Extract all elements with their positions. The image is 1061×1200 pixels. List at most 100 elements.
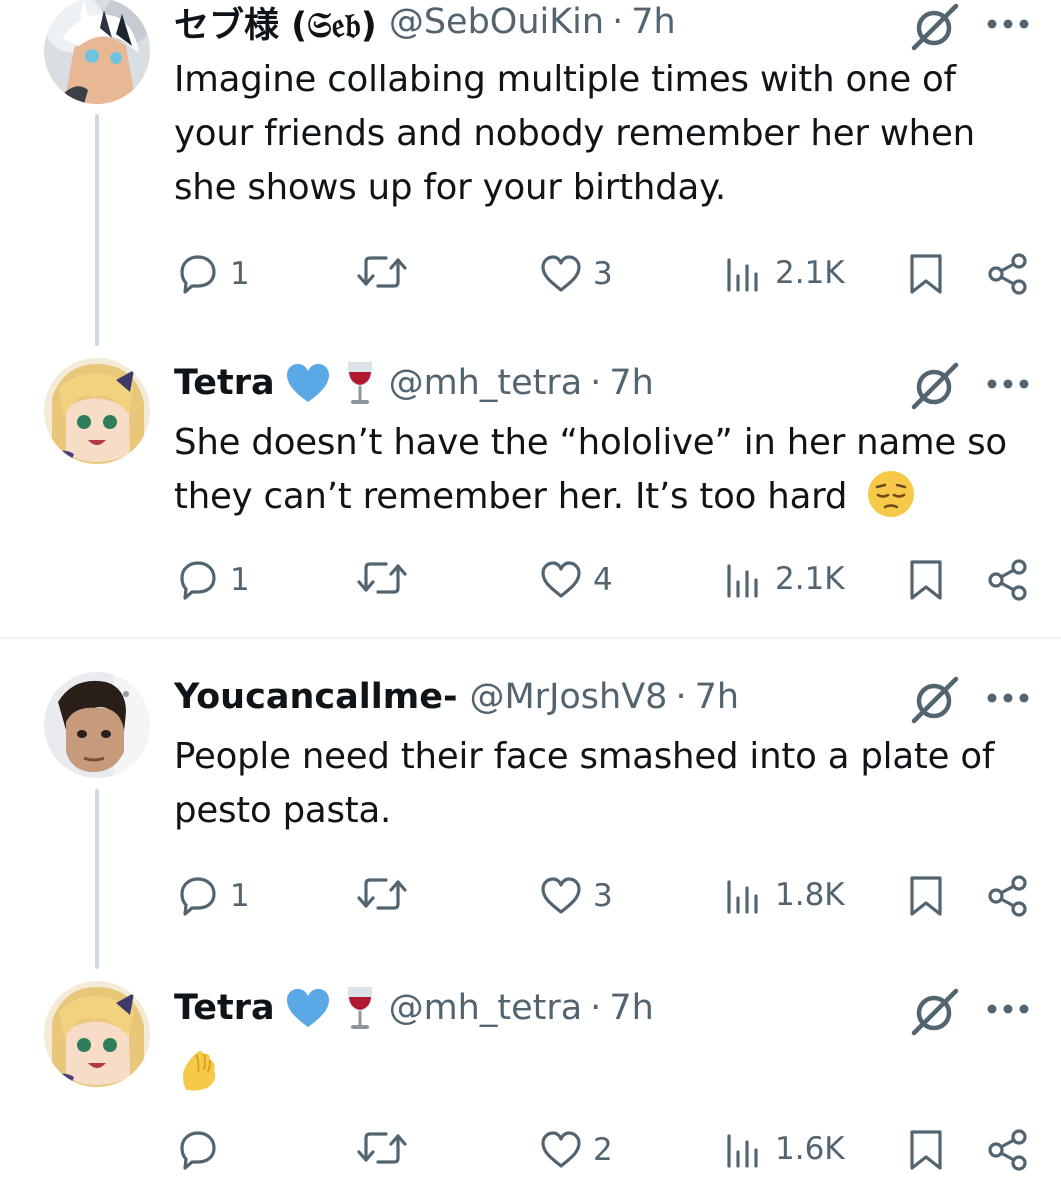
avatar[interactable] <box>44 672 150 778</box>
bookmark-icon <box>910 560 942 600</box>
repost-button[interactable] <box>356 252 418 292</box>
timestamp[interactable]: 7h <box>609 363 653 403</box>
repost-button[interactable] <box>356 1128 418 1168</box>
avatar[interactable] <box>44 358 150 464</box>
author-handle[interactable]: @mh_tetra <box>389 988 583 1028</box>
like-count: 3 <box>593 878 613 914</box>
bookmark-button[interactable] <box>906 252 946 296</box>
share-icon <box>988 559 1027 601</box>
share-button[interactable] <box>986 1128 1030 1172</box>
repost-icon <box>357 256 407 288</box>
wine-glass-icon <box>347 987 372 1029</box>
reply-count: 1 <box>230 256 250 292</box>
bookmark-icon <box>910 876 942 916</box>
author-name[interactable]: Tetra <box>174 988 275 1028</box>
views-icon <box>727 564 758 598</box>
share-icon <box>988 253 1027 295</box>
blue-heart-icon <box>286 364 329 402</box>
share-button[interactable] <box>986 874 1030 918</box>
like-button[interactable]: 2 <box>539 1128 613 1172</box>
like-button[interactable]: 3 <box>539 874 613 918</box>
views-icon <box>727 1134 758 1168</box>
repost-icon <box>357 562 407 594</box>
reply-button[interactable]: 1 <box>176 252 250 296</box>
repost-button[interactable] <box>356 874 418 914</box>
more-icon[interactable] <box>985 17 1031 31</box>
more-icon[interactable] <box>985 691 1031 705</box>
author-name[interactable]: Tetra <box>174 363 275 403</box>
views-button[interactable]: 2.1K <box>723 252 845 294</box>
grok-icon[interactable] <box>910 360 960 410</box>
views-count: 1.8K <box>775 877 845 913</box>
views-button[interactable]: 2.1K <box>723 558 845 600</box>
repost-icon <box>357 1132 407 1164</box>
bookmark-button[interactable] <box>906 558 946 602</box>
action-bar: 1 3 1.8K <box>0 866 1061 922</box>
author-handle[interactable]: @MrJoshV8 <box>469 677 667 717</box>
share-icon <box>988 875 1027 917</box>
like-icon <box>541 1131 581 1168</box>
grok-icon[interactable] <box>910 674 960 724</box>
action-bar: 2 1.6K <box>0 1120 1061 1176</box>
like-icon <box>541 561 581 598</box>
author-handle[interactable]: @mh_tetra <box>389 363 583 403</box>
reply-icon <box>180 561 216 600</box>
views-button[interactable]: 1.8K <box>723 874 845 916</box>
views-icon <box>727 258 758 292</box>
repost-icon <box>357 878 407 910</box>
reply-icon <box>180 1131 216 1170</box>
separator: · <box>612 2 624 42</box>
pinched-fingers-emoji <box>183 1051 216 1091</box>
more-icon[interactable] <box>985 377 1031 391</box>
bookmark-icon <box>910 254 942 294</box>
bookmark-button[interactable] <box>906 874 946 918</box>
tweet-text: She doesn’t have the “hololive” in her n… <box>174 416 1034 524</box>
repost-button[interactable] <box>356 558 418 598</box>
separator: · <box>675 677 687 717</box>
reply-button[interactable]: 1 <box>176 558 250 602</box>
wine-glass-icon <box>347 362 372 404</box>
pensive-face-emoji <box>868 471 915 517</box>
views-button[interactable]: 1.6K <box>723 1128 845 1170</box>
reply-button[interactable]: 1 <box>176 874 250 918</box>
tweet-text: People need their face smashed into a pl… <box>174 736 995 831</box>
action-bar: 1 4 2.1K <box>0 550 1061 606</box>
tweet[interactable]: Youcancallme- @MrJoshV8 · 7h People need… <box>0 671 1061 971</box>
thread-line <box>95 114 99 346</box>
like-count: 3 <box>593 256 613 292</box>
share-button[interactable] <box>986 558 1030 602</box>
share-icon <box>988 1129 1027 1171</box>
like-count: 2 <box>593 1132 613 1168</box>
author-name[interactable]: セブ様 (𝔖𝔢𝔟) <box>174 0 377 48</box>
avatar[interactable] <box>44 981 150 1087</box>
author-handle[interactable]: @SebOuiKin <box>389 2 604 42</box>
author-name[interactable]: Youcancallme- <box>174 677 457 717</box>
share-button[interactable] <box>986 252 1030 296</box>
timestamp[interactable]: 7h <box>609 988 653 1028</box>
bookmark-button[interactable] <box>906 1128 946 1172</box>
timestamp[interactable]: 7h <box>695 677 739 717</box>
avatar[interactable] <box>44 0 150 104</box>
reply-icon <box>180 877 216 916</box>
like-button[interactable]: 3 <box>539 252 613 296</box>
grok-icon[interactable] <box>910 1 960 51</box>
views-count: 2.1K <box>775 561 845 597</box>
more-icon[interactable] <box>985 1002 1031 1016</box>
reply-count: 1 <box>230 878 250 914</box>
grok-icon[interactable] <box>910 986 960 1036</box>
views-icon <box>727 880 758 914</box>
tweet[interactable]: Tetra @mh_tetra · 7h 2 1.6K <box>0 980 1061 1200</box>
timestamp[interactable]: 7h <box>631 2 675 42</box>
tweet[interactable]: Tetra @mh_tetra · 7h She doesn’t have th… <box>0 357 1061 637</box>
action-bar: 1 3 2.1K <box>0 244 1061 300</box>
tweet[interactable]: セブ様 (𝔖𝔢𝔟) @SebOuiKin · 7h Imagine collab… <box>0 0 1061 346</box>
reply-button[interactable] <box>176 1128 230 1172</box>
like-icon <box>541 877 581 914</box>
like-icon <box>541 255 581 292</box>
views-count: 1.6K <box>775 1131 845 1167</box>
reply-icon <box>180 255 216 294</box>
separator: · <box>590 363 602 403</box>
like-button[interactable]: 4 <box>539 558 613 602</box>
tweet-divider <box>0 637 1061 639</box>
bookmark-icon <box>910 1130 942 1170</box>
